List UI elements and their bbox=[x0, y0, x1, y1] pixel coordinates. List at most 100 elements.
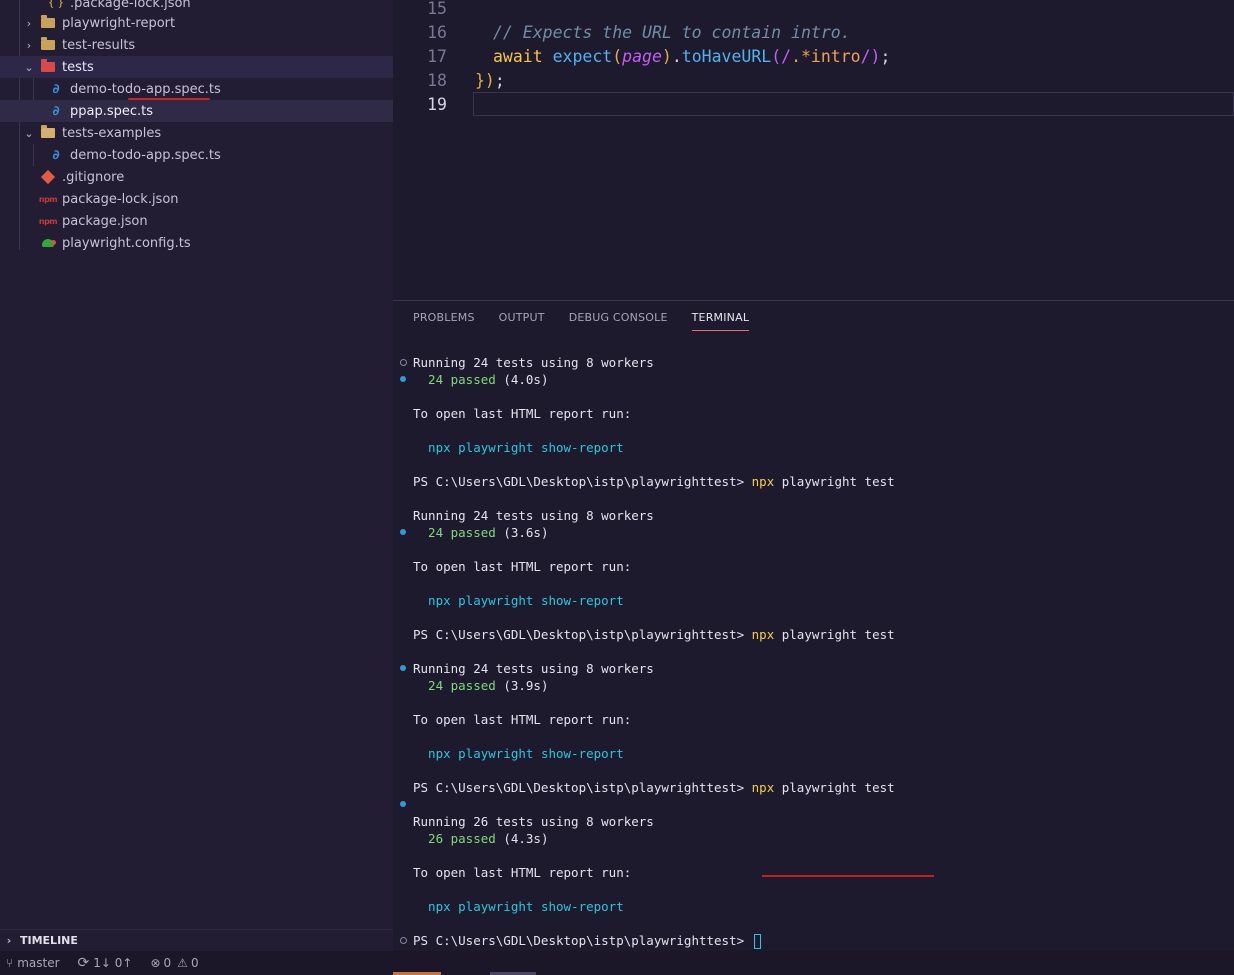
tree-item-label: tests bbox=[62, 59, 94, 75]
tree-file-package-json[interactable]: npm package.json bbox=[0, 210, 393, 232]
passed-count: 24 passed bbox=[413, 525, 496, 540]
bottom-panel: PROBLEMS OUTPUT DEBUG CONSOLE TERMINAL R… bbox=[393, 300, 1234, 952]
cmd-npx: npx bbox=[751, 627, 775, 642]
show-report-cmd: show-report bbox=[540, 746, 624, 761]
branch-indicator[interactable]: ⑂ master bbox=[6, 956, 60, 970]
command-status-dot bbox=[400, 665, 406, 671]
cmd-rest: playwright test bbox=[774, 474, 895, 489]
run-time: (3.9s) bbox=[495, 678, 549, 693]
regex-open: (/ bbox=[771, 46, 792, 66]
timeline-section-header[interactable]: › TIMELINE bbox=[0, 929, 393, 951]
code-line-18: 18 }); bbox=[393, 68, 505, 92]
tree-item-label: package.json bbox=[62, 213, 148, 229]
fn-toHaveURL: toHaveURL bbox=[681, 46, 772, 66]
tree-file-demo-todo-app-spec-examples[interactable]: ∂ demo-todo-app.spec.ts bbox=[0, 144, 393, 166]
regex-close: /) bbox=[860, 46, 881, 66]
npm-icon: npm bbox=[38, 194, 58, 204]
tree-item-label: tests-examples bbox=[62, 125, 162, 141]
sync-icon: ⟳ bbox=[77, 955, 90, 971]
folder-open-icon bbox=[40, 125, 56, 140]
tree-item-label: demo-todo-app.spec.ts bbox=[70, 147, 221, 163]
show-report-cmd: show-report bbox=[540, 440, 624, 455]
warning-icon: ⚠ bbox=[177, 956, 188, 970]
passed-count: 26 passed bbox=[413, 831, 496, 846]
line-number: 19 bbox=[427, 94, 447, 114]
tree-item-label: package-lock.json bbox=[62, 191, 179, 207]
npx-cmd: npx playwright bbox=[413, 899, 541, 914]
paren: ( bbox=[612, 46, 623, 66]
tree-folder-test-results[interactable]: › test-results bbox=[0, 34, 393, 56]
tree-file-demo-todo-app-spec[interactable]: ∂ demo-todo-app.spec.ts bbox=[0, 78, 393, 100]
problems-indicator[interactable]: ⊗ 0 ⚠ 0 bbox=[150, 956, 198, 970]
terminal-line: 24 passed (4.0s) bbox=[413, 371, 548, 388]
npx-cmd: npx playwright bbox=[413, 746, 541, 761]
close-brace: }) bbox=[475, 70, 495, 90]
show-report-cmd: show-report bbox=[540, 899, 624, 914]
tree-item-label: .package-lock.json bbox=[70, 0, 191, 11]
terminal-cursor bbox=[753, 934, 761, 949]
tab-output[interactable]: OUTPUT bbox=[499, 311, 545, 331]
code-comment: // Expects the URL to contain intro. bbox=[493, 22, 851, 42]
command-status-dot bbox=[400, 937, 407, 944]
npx-cmd: npx playwright bbox=[413, 593, 541, 608]
dot: . bbox=[671, 46, 682, 66]
tree-folder-tests[interactable]: ⌄ tests bbox=[0, 56, 393, 78]
param-page: page bbox=[622, 46, 662, 66]
terminal-line: npx playwright show-report bbox=[413, 745, 624, 762]
tests-folder-icon bbox=[40, 59, 56, 74]
tree-file-playwright-config[interactable]: playwright.config.ts bbox=[0, 232, 393, 254]
code-line-15: 15 bbox=[393, 0, 447, 20]
tree-file-package-lock[interactable]: npm package-lock.json bbox=[0, 188, 393, 210]
line-number: 16 bbox=[427, 22, 447, 42]
timeline-label: TIMELINE bbox=[20, 934, 78, 947]
tree-folder-tests-examples[interactable]: ⌄ tests-examples bbox=[0, 122, 393, 144]
panel-tabs: PROBLEMS OUTPUT DEBUG CONSOLE TERMINAL bbox=[413, 311, 773, 331]
command-status-dot bbox=[400, 359, 407, 366]
tree-folder-playwright-report[interactable]: › playwright-report bbox=[0, 12, 393, 34]
tree-item-label: demo-todo-app.spec.ts bbox=[70, 81, 221, 97]
show-report-cmd: show-report bbox=[540, 593, 624, 608]
sync-indicator[interactable]: ⟳ 1↓ 0↑ bbox=[78, 955, 133, 971]
prompt: PS C:\Users\GDL\Desktop\istp\playwrightt… bbox=[413, 933, 752, 948]
tab-debug-console[interactable]: DEBUG CONSOLE bbox=[569, 311, 668, 331]
red-annotation-line bbox=[762, 875, 934, 877]
terminal-line: 24 passed (3.9s) bbox=[413, 677, 548, 694]
chevron-down-icon: ⌄ bbox=[24, 126, 34, 140]
terminal-line: Running 24 tests using 8 workers bbox=[413, 661, 654, 676]
command-status-dot bbox=[400, 801, 406, 807]
git-branch-icon: ⑂ bbox=[6, 956, 14, 970]
playwright-icon bbox=[40, 236, 56, 250]
code-editor[interactable]: 15 16 // Expects the URL to contain intr… bbox=[393, 0, 1234, 300]
terminal-line: To open last HTML report run: bbox=[413, 406, 632, 421]
keyword-await: await bbox=[493, 46, 543, 66]
terminal-prompt-line: PS C:\Users\GDL\Desktop\istp\playwrightt… bbox=[413, 473, 895, 490]
npx-cmd: npx playwright bbox=[413, 440, 541, 455]
json-icon: { } bbox=[48, 0, 64, 9]
paren: ) bbox=[661, 46, 672, 66]
status-bar: ⑂ master ⟳ 1↓ 0↑ ⊗ 0 ⚠ 0 bbox=[0, 951, 1234, 975]
line-number: 18 bbox=[427, 70, 447, 90]
tab-terminal[interactable]: TERMINAL bbox=[691, 311, 750, 331]
tree-item-label: playwright-report bbox=[62, 15, 176, 31]
terminal-line: npx playwright show-report bbox=[413, 439, 624, 456]
fn-expect: expect bbox=[552, 46, 613, 66]
tree-file-ppap-spec[interactable]: ∂ ppap.spec.ts bbox=[0, 100, 393, 122]
chevron-down-icon: ⌄ bbox=[24, 60, 34, 74]
run-time: (4.0s) bbox=[495, 372, 549, 387]
terminal-line: Running 24 tests using 8 workers bbox=[413, 508, 654, 523]
error-count: 0 bbox=[163, 956, 172, 970]
git-icon bbox=[40, 169, 56, 185]
terminal-prompt-line: PS C:\Users\GDL\Desktop\istp\playwrightt… bbox=[413, 779, 895, 796]
error-icon: ⊗ bbox=[150, 956, 161, 970]
prompt: PS C:\Users\GDL\Desktop\istp\playwrightt… bbox=[413, 780, 752, 795]
tree-file-gitignore[interactable]: .gitignore bbox=[0, 166, 393, 188]
cmd-rest: playwright test bbox=[774, 627, 895, 642]
tree-item-label: ppap.spec.ts bbox=[70, 103, 154, 119]
tab-problems[interactable]: PROBLEMS bbox=[413, 311, 475, 331]
test-file-icon: ∂ bbox=[52, 81, 60, 97]
branch-name: master bbox=[17, 956, 60, 970]
code-line-17: 17 await expect(page).toHaveURL(/.*intro… bbox=[393, 44, 890, 68]
prompt: PS C:\Users\GDL\Desktop\istp\playwrightt… bbox=[413, 627, 752, 642]
terminal-line: Running 26 tests using 8 workers bbox=[413, 814, 654, 829]
passed-count: 24 passed bbox=[413, 678, 496, 693]
